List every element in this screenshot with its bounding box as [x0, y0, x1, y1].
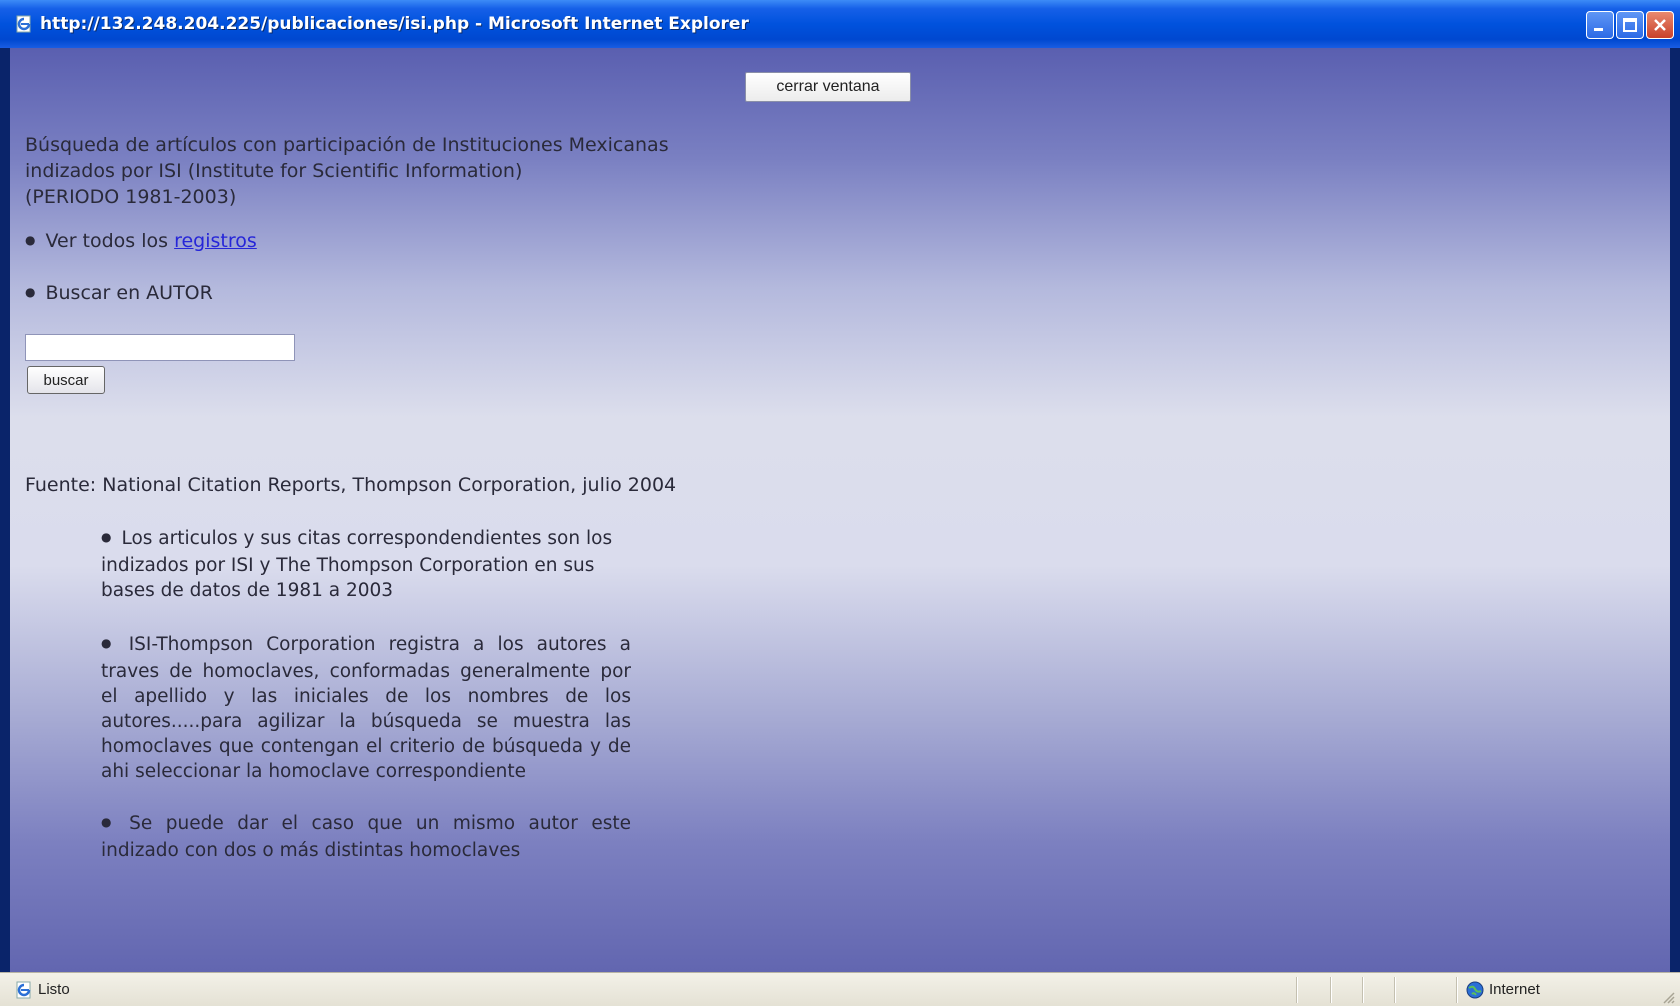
- ie-page-icon: [16, 15, 31, 33]
- status-divider: [1330, 977, 1332, 1003]
- heading-line: indizados por ISI (Institute for Scienti…: [25, 160, 523, 182]
- bullet-icon: ●: [25, 285, 36, 299]
- registros-link[interactable]: registros: [174, 230, 257, 252]
- note-text: ISI-Thompson Corporation registra a los …: [101, 634, 631, 782]
- heading-line: (PERIODO 1981-2003): [25, 186, 237, 208]
- maximize-icon: [1623, 18, 1637, 32]
- note-text: Los articulos y sus citas correspondendi…: [101, 528, 613, 601]
- zone-text: Internet: [1489, 981, 1540, 998]
- bullet-icon: ●: [101, 530, 112, 544]
- ver-todos-item: ● Ver todos los registros: [25, 228, 257, 256]
- buscar-autor-label: Buscar en AUTOR: [45, 282, 213, 304]
- buscar-autor-item: ● Buscar en AUTOR: [25, 280, 213, 308]
- maximize-button[interactable]: [1616, 11, 1644, 39]
- browser-window: http://132.248.204.225/publicaciones/isi…: [0, 0, 1680, 1006]
- status-divider: [1394, 977, 1396, 1003]
- close-window-button[interactable]: [1646, 11, 1674, 39]
- ie-page-icon: [16, 981, 31, 999]
- status-divider: [1362, 977, 1364, 1003]
- note-item: ● Los articulos y sus citas correspondend…: [101, 526, 631, 603]
- bullet-icon: ●: [25, 233, 36, 247]
- resize-grip-icon[interactable]: [1660, 989, 1676, 1005]
- title-bar[interactable]: http://132.248.204.225/publicaciones/isi…: [0, 0, 1680, 48]
- heading-line: Búsqueda de artículos con participación …: [25, 134, 669, 156]
- page-heading: Búsqueda de artículos con participación …: [25, 132, 705, 210]
- status-bar: Listo Internet: [0, 972, 1680, 1006]
- status-text: Listo: [38, 981, 70, 998]
- cerrar-ventana-button[interactable]: cerrar ventana: [745, 72, 911, 102]
- minimize-icon: [1594, 28, 1603, 31]
- globe-icon: [1466, 981, 1484, 999]
- page-content: cerrar ventana Búsqueda de artículos con…: [10, 48, 1670, 972]
- bullet-icon: ●: [101, 815, 120, 829]
- buscar-button[interactable]: buscar: [27, 366, 105, 394]
- window-title: http://132.248.204.225/publicaciones/isi…: [40, 14, 749, 34]
- close-icon: [1654, 19, 1666, 31]
- ver-todos-label: Ver todos los: [45, 230, 175, 252]
- minimize-button[interactable]: [1586, 11, 1614, 39]
- note-item: ● ISI-Thompson Corporation registra a los…: [101, 632, 631, 784]
- source-text: Fuente: National Citation Reports, Thomp…: [25, 474, 677, 496]
- note-item: ● Se puede dar el caso que un mismo autor…: [101, 811, 631, 863]
- author-search-input[interactable]: [25, 334, 295, 361]
- status-divider: [1456, 977, 1458, 1003]
- status-divider: [1296, 977, 1298, 1003]
- bullet-icon: ●: [101, 636, 119, 650]
- note-text: Se puede dar el caso que un mismo autor …: [101, 813, 631, 861]
